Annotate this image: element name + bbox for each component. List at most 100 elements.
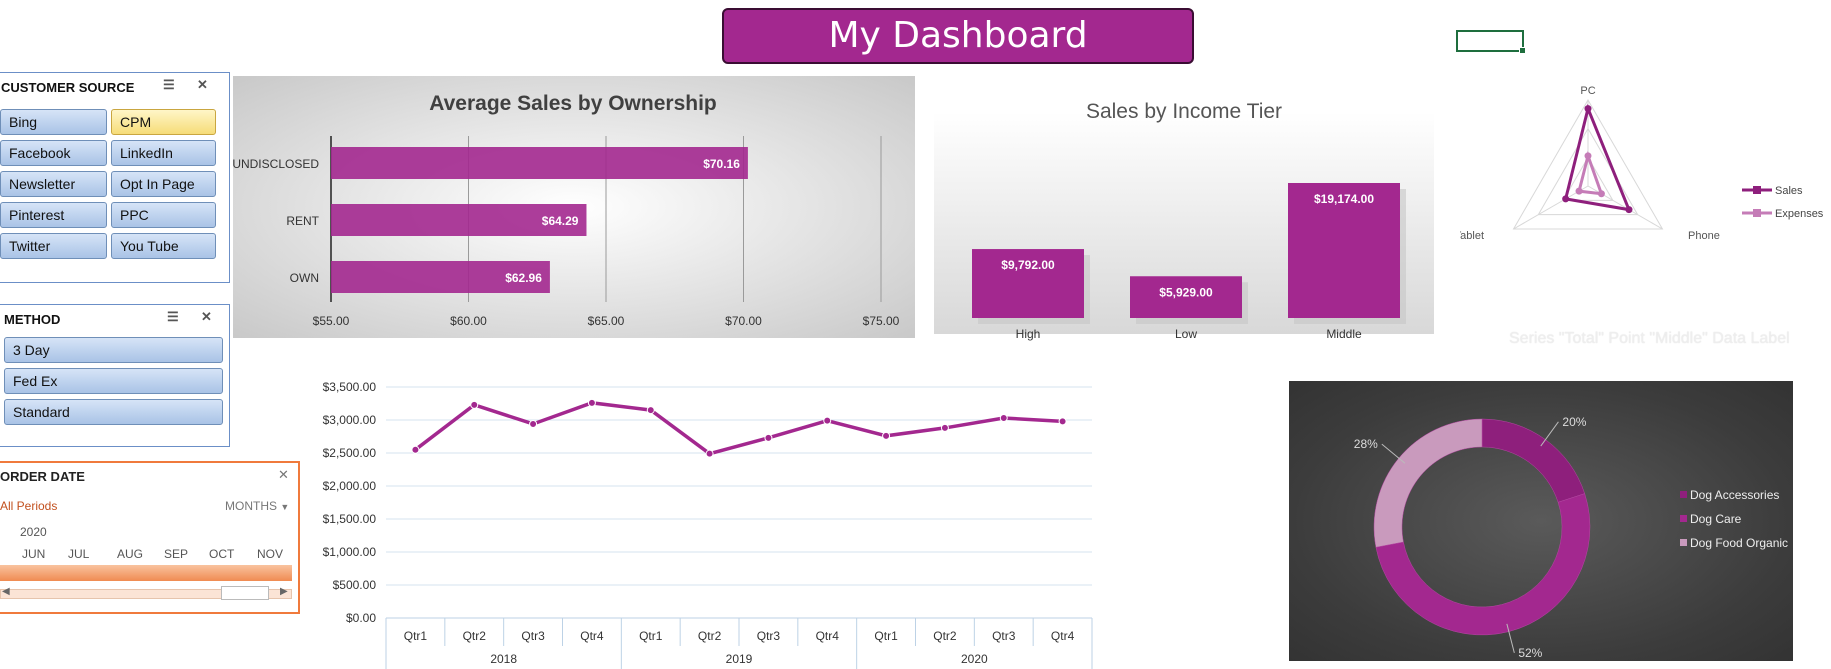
bar-undisclosed[interactable] <box>331 147 748 179</box>
category-label: OWN <box>290 271 319 285</box>
legend-marker <box>1680 491 1687 498</box>
radar-point <box>1584 105 1592 113</box>
timeline-month-nov[interactable]: NOV <box>257 547 283 561</box>
order-date-timeline: ORDER DATE ✕ All Periods MONTHS ▼ 2020 J… <box>0 461 300 614</box>
slicer-item-standard[interactable]: Standard <box>4 399 223 425</box>
scrollbar-thumb[interactable] <box>221 586 269 600</box>
legend-label: Dog Care <box>1690 512 1742 526</box>
quarter-label: Qtr4 <box>816 629 840 643</box>
y-tick-label: $1,000.00 <box>323 545 377 559</box>
donut-chart[interactable]: 20% 52% 28% Dog Accessories Dog Care Dog Foo… <box>1289 381 1793 661</box>
slicer-title: METHOD <box>4 312 61 327</box>
data-label: 52% <box>1518 646 1542 660</box>
clear-filter-icon[interactable]: ✕ <box>197 77 208 93</box>
legend-marker <box>1680 539 1687 546</box>
y-tick-label: $1,500.00 <box>323 512 377 526</box>
quarter-label: Qtr1 <box>404 629 428 643</box>
axis-tick-label: $60.00 <box>450 314 487 328</box>
multi-select-icon[interactable]: ☰ <box>167 309 179 325</box>
timeline-range-bar[interactable] <box>0 565 292 581</box>
radar-point <box>1597 190 1605 198</box>
timeline-month-jun[interactable]: JUN <box>22 547 45 561</box>
trend-point[interactable] <box>940 423 949 432</box>
ghost-data-label: Series "Total" Point "Middle" Data Label <box>1509 330 1790 347</box>
slicer-item-linkedin[interactable]: LinkedIn <box>111 140 216 166</box>
slicer-item-opt-in-page[interactable]: Opt In Page <box>111 171 216 197</box>
timeline-month-sep[interactable]: SEP <box>164 547 188 561</box>
y-tick-label: $3,000.00 <box>323 413 377 427</box>
radar-chart[interactable]: PC Phone Tablet Sales Expenses <box>1460 86 1830 271</box>
year-label: 2019 <box>726 652 753 666</box>
trend-point[interactable] <box>646 406 655 415</box>
timeline-month-aug[interactable]: AUG <box>117 547 143 561</box>
radar-point <box>1625 206 1633 214</box>
category-label: UNDISCLOSED <box>233 157 319 171</box>
trend-series-line <box>414 401 1063 456</box>
income-tier-chart[interactable]: Sales by Income Tier $9,792.00 High $5,929… <box>934 88 1434 346</box>
timeline-month-jul[interactable]: JUL <box>68 547 89 561</box>
slicer-item-facebook[interactable]: Facebook <box>0 140 107 166</box>
data-label: 20% <box>1562 415 1586 429</box>
donut-chart-panel[interactable]: 20% 52% 28% Dog Accessories Dog Care Dog Foo… <box>1289 381 1793 661</box>
trend-point[interactable] <box>823 416 832 425</box>
data-label: $19,174.00 <box>1314 192 1374 206</box>
slicer-item-pinterest[interactable]: Pinterest <box>0 202 107 228</box>
trend-point[interactable] <box>882 431 891 440</box>
timeline-title: ORDER DATE <box>0 469 85 484</box>
slicer-item-newsletter[interactable]: Newsletter <box>0 171 107 197</box>
quarterly-trend-chart[interactable]: $3,500.00 $3,000.00 $2,500.00 $2,000.00 $1,5… <box>300 372 1100 669</box>
chart-title: Sales by Income Tier <box>1086 100 1282 123</box>
trend-point[interactable] <box>999 414 1008 423</box>
timeline-month-oct[interactable]: OCT <box>209 547 234 561</box>
data-label: 28% <box>1354 437 1378 451</box>
clear-filter-icon[interactable]: ✕ <box>278 467 289 483</box>
slicer-item-bing[interactable]: Bing <box>0 109 107 135</box>
trend-point[interactable] <box>1058 417 1067 426</box>
slicer-item-cpm[interactable]: CPM <box>111 109 216 135</box>
slicer-item-ppc[interactable]: PPC <box>111 202 216 228</box>
clear-filter-icon[interactable]: ✕ <box>201 309 212 325</box>
slicer-item-fed-ex[interactable]: Fed Ex <box>4 368 223 394</box>
axis-tick-label: $70.00 <box>725 314 762 328</box>
quarter-label: Qtr2 <box>698 629 722 643</box>
trend-point[interactable] <box>705 449 714 458</box>
radar-point <box>1584 152 1592 160</box>
legend-marker <box>1680 515 1687 522</box>
scroll-left-icon[interactable]: ◀ <box>2 586 10 597</box>
y-tick-label: $2,500.00 <box>323 446 377 460</box>
time-level-label: MONTHS <box>225 499 277 513</box>
donut-slice-dog-food-organic[interactable] <box>1373 418 1483 548</box>
cell-selection-cursor[interactable] <box>1456 30 1526 54</box>
trend-point[interactable] <box>411 445 420 454</box>
year-label: 2018 <box>490 652 517 666</box>
multi-select-icon[interactable]: ☰ <box>163 77 175 93</box>
donut-slice-dog-accessories[interactable] <box>1481 418 1586 503</box>
category-label: High <box>1016 327 1041 341</box>
legend-label: Dog Food Organic <box>1690 536 1788 550</box>
y-tick-label: $0.00 <box>346 611 376 625</box>
method-slicer: METHOD ☰ ✕ 3 Day Fed Ex Standard <box>0 304 230 447</box>
slicer-item-twitter[interactable]: Twitter <box>0 233 107 259</box>
category-label: Low <box>1175 327 1197 341</box>
slicer-item-3-day[interactable]: 3 Day <box>4 337 223 363</box>
ownership-chart[interactable]: Average Sales by Ownership $70.16 $64.29 $… <box>233 76 915 338</box>
legend-label: Dog Accessories <box>1690 488 1779 502</box>
trend-point[interactable] <box>587 398 596 407</box>
trend-point[interactable] <box>470 400 479 409</box>
trend-point[interactable] <box>764 433 773 442</box>
quarter-label: Qtr2 <box>933 629 957 643</box>
timeline-scrollbar[interactable] <box>0 586 292 600</box>
year-label: 2020 <box>961 652 988 666</box>
legend-label: Expenses <box>1775 208 1824 220</box>
y-tick-label: $3,500.00 <box>323 380 377 394</box>
donut-slice-dog-care[interactable] <box>1375 493 1591 636</box>
time-level-dropdown[interactable]: MONTHS ▼ <box>225 499 289 513</box>
radar-axis-label: Tablet <box>1460 230 1484 242</box>
scroll-right-icon[interactable]: ▶ <box>280 586 288 597</box>
quarter-label: Qtr1 <box>639 629 663 643</box>
chart-title: Average Sales by Ownership <box>429 92 717 115</box>
axis-tick-label: $55.00 <box>313 314 350 328</box>
data-label: $70.16 <box>703 157 740 171</box>
slicer-item-you-tube[interactable]: You Tube <box>111 233 216 259</box>
trend-point[interactable] <box>529 419 538 428</box>
